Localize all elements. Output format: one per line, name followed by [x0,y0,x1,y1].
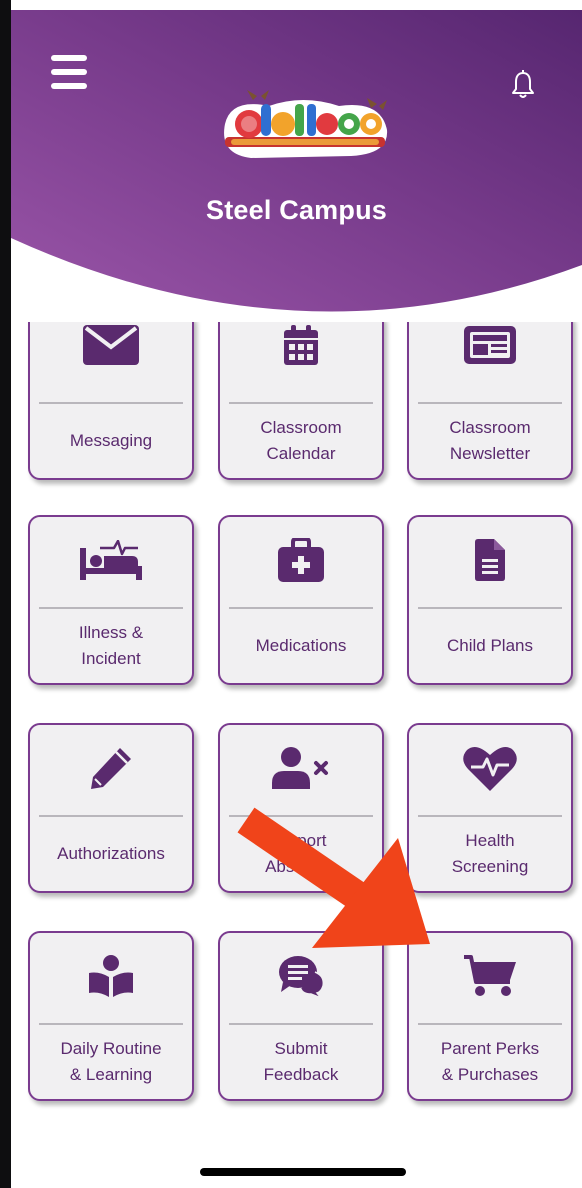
heartbeat-icon [409,725,571,811]
tile-messaging[interactable]: Messaging [28,322,194,480]
lullaboo-logo [211,90,397,168]
envelope-icon [30,322,192,388]
tile-report-absentee[interactable]: Report Absentee [218,723,384,893]
tile-divider [39,402,183,404]
chat-bubbles-icon [220,933,382,1019]
tile-divider [418,1023,562,1025]
tile-divider [229,402,373,404]
tile-label: Report Absentee [265,830,337,876]
tile-label: Parent Perks & Purchases [440,1038,540,1084]
tile-divider [229,815,373,817]
notifications-button[interactable] [511,70,535,100]
tile-divider [39,607,183,609]
tile-divider [418,402,562,404]
tile-health-screening[interactable]: Health Screening [407,723,573,893]
feature-grid: Messaging Classroom Calendar Classroom N… [11,322,582,1142]
bell-icon [512,70,534,98]
tile-medications[interactable]: Medications [218,515,384,685]
home-indicator[interactable] [200,1168,406,1176]
menu-icon [51,55,87,61]
tile-divider [229,607,373,609]
tile-classroom-newsletter[interactable]: Classroom Newsletter [407,322,573,480]
menu-icon-bar [51,83,87,89]
app-header: Steel Campus [11,10,582,330]
campus-title: Steel Campus [206,195,387,225]
newsletter-icon [409,322,571,388]
device-edge [0,0,11,1188]
tile-label: Messaging [69,430,153,450]
tile-child-plans[interactable]: Child Plans [407,515,573,685]
tile-illness-incident[interactable]: Illness & Incident [28,515,194,685]
menu-button[interactable] [51,55,87,95]
user-remove-icon [220,725,382,811]
tile-divider [418,815,562,817]
tile-label: Classroom Newsletter [449,417,531,463]
bed-heartbeat-icon [30,517,192,603]
first-aid-kit-icon [220,517,382,603]
header-background [11,10,582,312]
calendar-icon [220,322,382,388]
tile-label: Authorizations [57,843,165,863]
document-icon [409,517,571,603]
tile-divider [229,1023,373,1025]
tile-divider [39,1023,183,1025]
reader-icon [30,933,192,1019]
status-bar [11,0,582,10]
tile-label: Daily Routine & Learning [60,1038,162,1084]
tile-parent-perks-purchases[interactable]: Parent Perks & Purchases [407,931,573,1101]
pencil-icon [30,725,192,811]
tile-divider [39,815,183,817]
tile-label: Health Screening [451,830,529,876]
tile-daily-routine-learning[interactable]: Daily Routine & Learning [28,931,194,1101]
tile-submit-feedback[interactable]: Submit Feedback [218,931,384,1101]
tile-label: Classroom Calendar [260,417,342,463]
tile-authorizations[interactable]: Authorizations [28,723,194,893]
tile-classroom-calendar[interactable]: Classroom Calendar [218,322,384,480]
tile-divider [418,607,562,609]
tile-label: Illness & Incident [78,622,144,668]
app-screen: Steel Campus Messaging Classroom Calenda… [0,0,582,1188]
tile-label: Medications [255,635,347,655]
shopping-cart-icon [409,933,571,1019]
tile-label: Submit Feedback [263,1038,339,1084]
menu-icon-bar [51,69,87,75]
tile-label: Child Plans [447,635,533,655]
